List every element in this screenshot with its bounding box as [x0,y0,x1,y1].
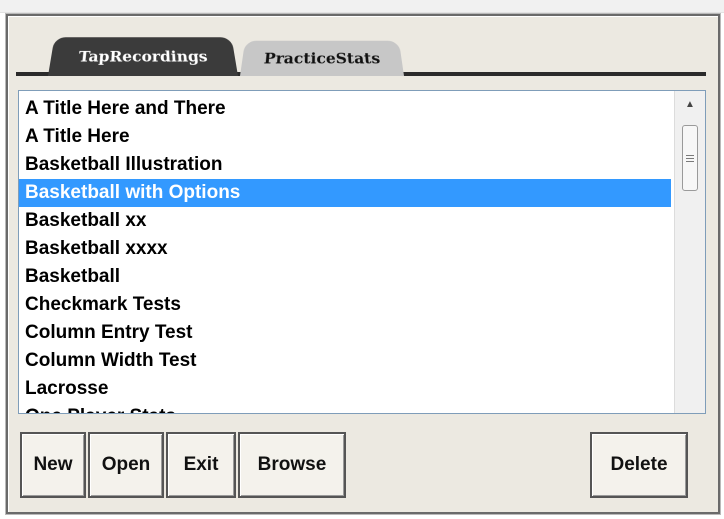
action-button-bar: New Open Exit Browse Delete [12,414,714,508]
recordings-list: A Title Here and There A Title Here Bask… [19,95,671,413]
recordings-listbox[interactable]: A Title Here and There A Title Here Bask… [18,90,706,414]
scroll-up-arrow-icon[interactable]: ▲ [675,91,705,117]
scroll-thumb[interactable] [682,125,698,191]
top-edge-strip [0,0,724,13]
tab-practicestats[interactable]: PracticeStats [240,40,404,76]
browse-button[interactable]: Browse [238,432,346,498]
list-item[interactable]: Column Entry Test [19,319,671,347]
tab-taprecordings[interactable]: TapRecordings [48,37,238,76]
list-item[interactable]: One Player Stats [19,403,671,413]
list-item[interactable]: Checkmark Tests [19,291,671,319]
tab-label: TapRecordings [77,47,209,65]
delete-button[interactable]: Delete [590,432,688,498]
list-item[interactable]: Basketball with Options [19,179,671,207]
exit-button[interactable]: Exit [166,432,236,498]
list-item[interactable]: Basketball xxxx [19,235,671,263]
tab-bar: TapRecordings PracticeStats [16,24,706,76]
list-item[interactable]: Basketball [19,263,671,291]
recordings-panel: TapRecordings PracticeStats A Title Here… [6,14,720,514]
new-button[interactable]: New [20,432,86,498]
vertical-scrollbar[interactable]: ▲ [674,91,705,413]
tab-label: PracticeStats [263,49,381,67]
open-button[interactable]: Open [88,432,164,498]
scrollbar-grip-icon [686,154,694,162]
list-item[interactable]: Basketball xx [19,207,671,235]
list-item[interactable]: A Title Here and There [19,95,671,123]
list-item[interactable]: A Title Here [19,123,671,151]
list-item[interactable]: Basketball Illustration [19,151,671,179]
list-item[interactable]: Lacrosse [19,375,671,403]
list-item[interactable]: Column Width Test [19,347,671,375]
